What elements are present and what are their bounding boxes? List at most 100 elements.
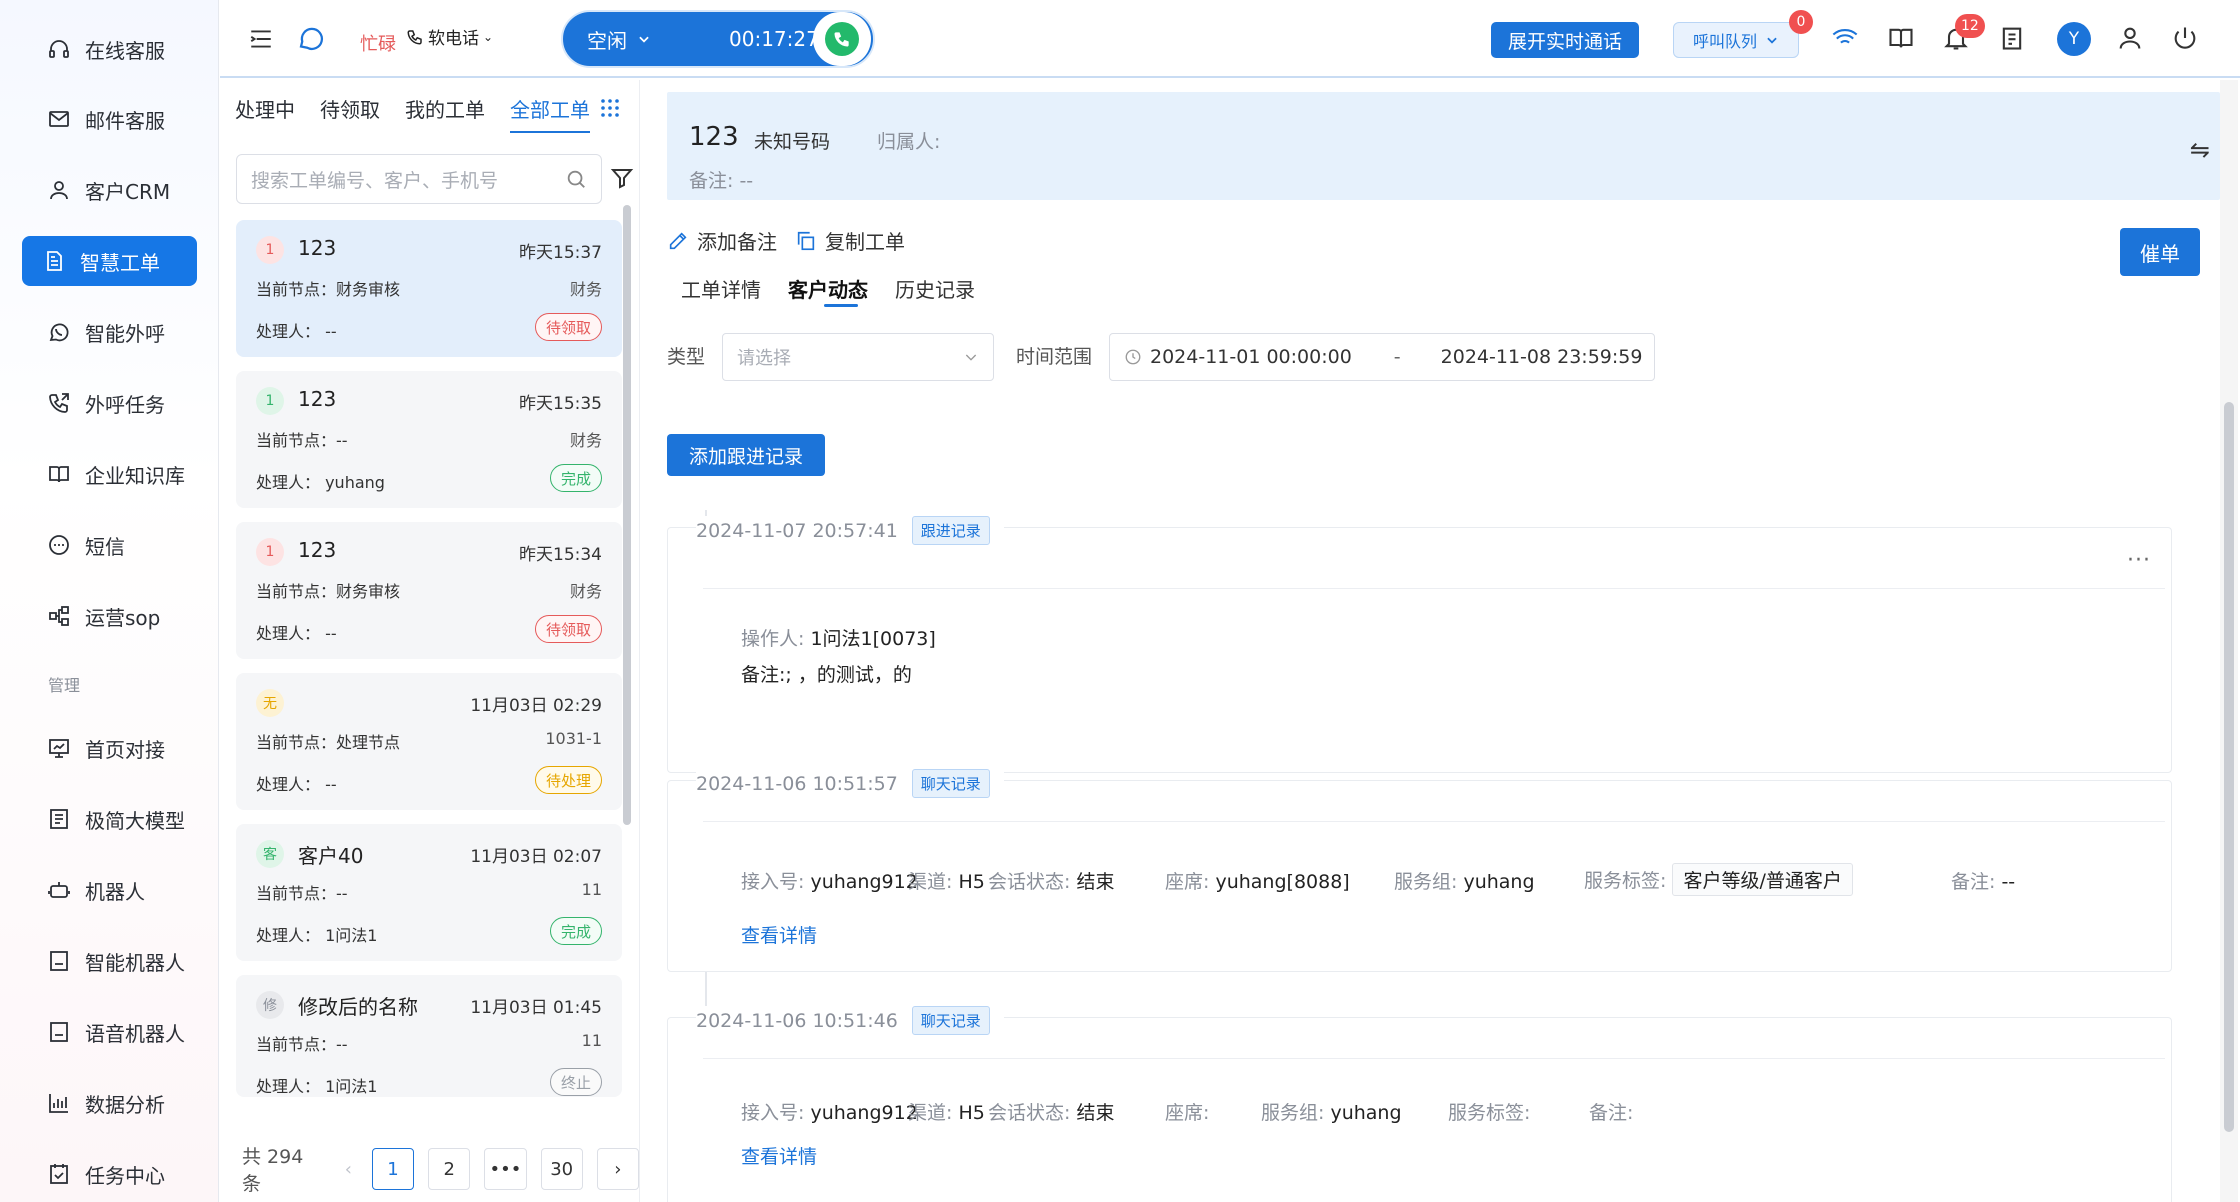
sidebar-item-online-service[interactable]: 在线客服 [22, 24, 197, 74]
ticket-handler: 处理人： -- [256, 322, 337, 341]
priority-badge: 修 [256, 991, 284, 1019]
clipboard-icon[interactable] [1998, 24, 2026, 56]
entry-time: 2024-11-06 10:51:57 聊天记录 [696, 769, 1004, 798]
operator-value: 1问法1[0073] [810, 628, 936, 650]
tab-to-claim[interactable]: 待领取 [320, 94, 380, 133]
ticket-card[interactable]: 1 123 昨天15:37 当前节点：财务审核 财务 处理人： -- 待领取 [236, 220, 622, 357]
sidebar-item-label: 运营sop [85, 605, 161, 630]
list-scrollbar[interactable] [623, 205, 631, 825]
page-button[interactable]: 2 [428, 1148, 471, 1190]
add-note-button[interactable]: 添加备注 [667, 226, 777, 255]
sidebar-item-crm[interactable]: 客户CRM [22, 165, 197, 215]
tab-customer-activity[interactable]: 客户动态 [788, 274, 868, 303]
sidebar-item-smart-robot[interactable]: 智能机器人 [22, 936, 197, 986]
tab-processing[interactable]: 处理中 [235, 94, 295, 133]
sidebar-item-model[interactable]: 极简大模型 [22, 794, 197, 844]
type-select[interactable]: 请选择 [722, 333, 994, 381]
page-ellipsis[interactable]: ••• [484, 1148, 527, 1190]
wifi-icon[interactable] [1831, 24, 1859, 56]
clock-icon [1125, 349, 1141, 365]
avatar[interactable]: Y [2057, 22, 2091, 56]
call-status-pill: 空闲 00:17:27 [563, 12, 873, 66]
add-follow-up-button[interactable]: 添加跟进记录 [667, 434, 825, 476]
swap-icon[interactable]: ⇋ [2190, 136, 2210, 164]
session-status-field: 会话状态: 结束 [988, 871, 1115, 893]
ticket-card[interactable]: 无 11月03日 02:29 当前节点：处理节点 1031-1 处理人： -- … [236, 673, 622, 810]
ticket-handler: 处理人： yuhang [256, 473, 385, 492]
sidebar-item-task-center[interactable]: 任务中心 [22, 1149, 197, 1199]
user-icon[interactable] [2116, 24, 2144, 56]
agent-status-dropdown[interactable]: 空闲 [587, 25, 651, 54]
call-queue-dropdown[interactable]: 呼叫队列 [1673, 22, 1799, 58]
sidebar-item-label: 邮件客服 [85, 108, 165, 133]
grid-icon[interactable] [600, 98, 620, 118]
sidebar-item-voice-robot[interactable]: 语音机器人 [22, 1007, 197, 1057]
copy-ticket-button[interactable]: 复制工单 [795, 226, 905, 255]
range-end[interactable]: 2024-11-08 23:59:59 [1441, 346, 1643, 368]
ticket-time: 昨天15:35 [519, 394, 602, 414]
sms-icon [49, 535, 69, 555]
book-icon[interactable] [1887, 24, 1915, 56]
remark-line: 备注:; ，的测试，的 [741, 660, 912, 687]
sidebar-item-call-task[interactable]: 外呼任务 [22, 378, 197, 428]
more-icon[interactable]: ··· [2127, 548, 2151, 573]
detail-scrollbar[interactable] [2220, 80, 2238, 1202]
tab-ticket-detail[interactable]: 工单详情 [681, 274, 761, 303]
sidebar-item-label: 首页对接 [85, 737, 165, 762]
ticket-detail-panel: 123 未知号码 归属人: 备注: -- ⇋ 添加备注 复制工单 催单 工单详情… [648, 80, 2240, 1202]
sidebar-item-label: 极简大模型 [85, 808, 185, 833]
urge-button[interactable]: 催单 [2120, 228, 2200, 276]
page-button[interactable]: 1 [371, 1148, 415, 1190]
book-icon [49, 466, 69, 483]
busy-status[interactable]: 忙碌 [360, 30, 396, 56]
sidebar-item-email-service[interactable]: 邮件客服 [22, 94, 197, 144]
next-page-button[interactable]: › [596, 1148, 639, 1190]
tab-history[interactable]: 历史记录 [895, 274, 975, 303]
sidebar-item-homepage[interactable]: 首页对接 [22, 723, 197, 773]
phone-icon [834, 32, 849, 47]
sidebar-item-smart-call[interactable]: 智能外呼 [22, 307, 197, 357]
ticket-card[interactable]: 1 123 昨天15:35 当前节点：-- 财务 处理人： yuhang 完成 [236, 371, 622, 508]
sidebar-item-label: 智能机器人 [85, 950, 185, 975]
chat-icon[interactable] [296, 24, 326, 54]
sidebar-item-analytics[interactable]: 数据分析 [22, 1078, 197, 1128]
range-start[interactable]: 2024-11-01 00:00:00 [1150, 346, 1352, 368]
search-input[interactable]: 搜索工单编号、客户、手机号 [236, 154, 602, 204]
pagination: 共 294 条 ‹ 1 2 ••• 30 › [242, 1142, 639, 1196]
softphone-dropdown[interactable]: 软电话 ⌄ [406, 24, 493, 49]
divider [703, 588, 2165, 589]
ticket-card[interactable]: 客 客户40 11月03日 02:07 当前节点：-- 11 处理人： 1问法1… [236, 824, 622, 961]
ticket-handler: 处理人： -- [256, 624, 337, 643]
sidebar-item-label: 任务中心 [85, 1163, 165, 1188]
session-status-field: 会话状态: 结束 [988, 1102, 1115, 1124]
menu-collapse-icon[interactable] [248, 26, 274, 52]
service-tag: 客户等级/普通客户 [1672, 863, 1853, 896]
entry-tag: 聊天记录 [911, 1006, 990, 1035]
access-number-field: 接入号: yuhang912 [741, 871, 918, 893]
tab-all-tickets[interactable]: 全部工单 [510, 94, 590, 133]
prev-page-icon[interactable]: ‹ [338, 1148, 358, 1190]
agent-status-label: 空闲 [587, 28, 627, 53]
entry-timestamp: 2024-11-07 20:57:41 [696, 519, 898, 542]
entry-timestamp: 2024-11-06 10:51:57 [696, 772, 898, 795]
filter-icon[interactable] [610, 166, 634, 190]
queue-label: 呼叫队列 [1692, 32, 1757, 51]
sidebar-item-robot[interactable]: 机器人 [22, 865, 197, 915]
expand-live-call-button[interactable]: 展开实时通话 [1491, 22, 1639, 58]
power-icon[interactable] [2171, 24, 2199, 56]
view-details-link[interactable]: 查看详情 [741, 1142, 817, 1169]
add-note-label: 添加备注 [697, 230, 777, 254]
view-details-link[interactable]: 查看详情 [741, 921, 817, 948]
sidebar-item-smart-ticket[interactable]: 智慧工单 [22, 236, 197, 286]
date-range-picker[interactable]: 2024-11-01 00:00:00 - 2024-11-08 23:59:5… [1109, 333, 1655, 381]
entry-timestamp: 2024-11-06 10:51:46 [696, 1009, 898, 1032]
ticket-card[interactable]: 修 修改后的名称 11月03日 01:45 当前节点：-- 11 处理人： 1问… [236, 975, 622, 1097]
sidebar-item-sop[interactable]: 运营sop [22, 591, 197, 641]
ticket-card[interactable]: 1 123 昨天15:34 当前节点：财务审核 财务 处理人： -- 待领取 [236, 522, 622, 659]
sidebar-item-knowledge-base[interactable]: 企业知识库 [22, 449, 197, 499]
page-button[interactable]: 30 [540, 1148, 583, 1190]
tab-my-tickets[interactable]: 我的工单 [405, 94, 485, 133]
dial-button[interactable] [813, 12, 871, 66]
sidebar-item-sms[interactable]: 短信 [22, 520, 197, 570]
scrollbar-thumb[interactable] [2224, 402, 2234, 1132]
